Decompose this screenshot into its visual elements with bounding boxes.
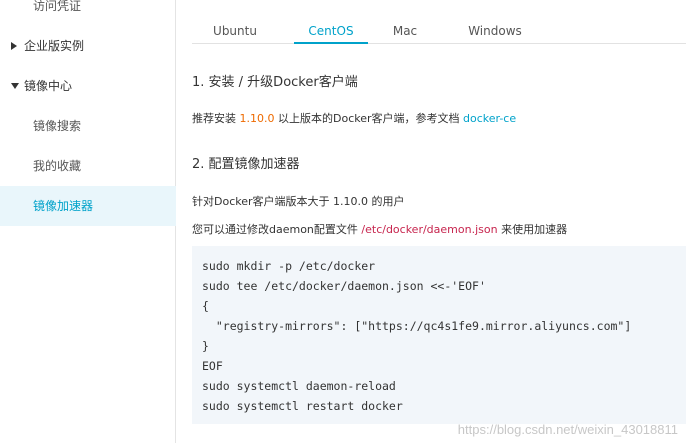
os-tabs: Ubuntu CentOS Mac Windows bbox=[192, 18, 686, 44]
tab-mac[interactable]: Mac bbox=[380, 18, 430, 43]
sidebar-item-label: 企业版实例 bbox=[24, 39, 85, 53]
config-instruction: 您可以通过修改daemon配置文件 /etc/docker/daemon.jso… bbox=[192, 221, 567, 237]
caret-down-icon bbox=[11, 66, 19, 106]
section-title-install: 1. 安装 / 升级Docker客户端 bbox=[192, 75, 358, 90]
version-note: 针对Docker客户端版本大于 1.10.0 的用户 bbox=[192, 195, 405, 208]
caret-right-icon bbox=[11, 26, 19, 66]
install-recommendation: 推荐安装 1.10.0 以上版本的Docker客户端，参考文档 docker-c… bbox=[192, 110, 516, 126]
code-line: EOF bbox=[202, 359, 223, 373]
sidebar-item-access-credentials[interactable]: 访问凭证 bbox=[0, 0, 176, 26]
sidebar-item-image-center[interactable]: 镜像中心 bbox=[0, 66, 176, 106]
tab-centos[interactable]: CentOS bbox=[294, 18, 368, 44]
sidebar-item-enterprise-instance[interactable]: 企业版实例 bbox=[0, 26, 176, 66]
daemon-json-path: /etc/docker/daemon.json bbox=[361, 223, 498, 236]
sidebar-item-image-search[interactable]: 镜像搜索 bbox=[0, 106, 176, 146]
tab-windows[interactable]: Windows bbox=[450, 18, 540, 43]
sidebar-item-label: 镜像搜索 bbox=[33, 119, 82, 133]
config-text-pre: 您可以通过修改daemon配置文件 bbox=[192, 223, 362, 236]
recommend-text-mid: 以上版本的Docker客户端，参考文档 bbox=[274, 112, 464, 125]
docker-ce-link[interactable]: docker-ce bbox=[463, 112, 516, 125]
sidebar-item-label: 镜像中心 bbox=[24, 79, 73, 93]
code-line: sudo systemctl daemon-reload bbox=[202, 379, 396, 393]
sidebar-item-label: 镜像加速器 bbox=[33, 199, 94, 213]
section-title-accelerator: 2. 配置镜像加速器 bbox=[192, 157, 300, 172]
sidebar-item-my-favorites[interactable]: 我的收藏 bbox=[0, 146, 176, 186]
main-content: Ubuntu CentOS Mac Windows 1. 安装 / 升级Dock… bbox=[177, 0, 686, 443]
sidebar-item-label: 我的收藏 bbox=[33, 159, 82, 173]
code-line: } bbox=[202, 339, 209, 353]
sidebar-item-label: 访问凭证 bbox=[33, 0, 82, 13]
tab-ubuntu[interactable]: Ubuntu bbox=[192, 18, 278, 43]
sidebar: 访问凭证 企业版实例 镜像中心 镜像搜索 我的收藏 镜像加速器 bbox=[0, 0, 176, 443]
recommend-text: 推荐安装 bbox=[192, 112, 240, 125]
watermark: https://blog.csdn.net/weixin_43018811 bbox=[457, 422, 678, 437]
config-text-post: 来使用加速器 bbox=[497, 223, 568, 236]
code-line: sudo tee /etc/docker/daemon.json <<-'EOF… bbox=[202, 279, 486, 293]
code-block[interactable]: sudo mkdir -p /etc/docker sudo tee /etc/… bbox=[192, 246, 686, 424]
code-line: sudo systemctl restart docker bbox=[202, 399, 403, 413]
recommended-version: 1.10.0 bbox=[239, 112, 275, 125]
code-line: "registry-mirrors": ["https://qc4s1fe9.m… bbox=[202, 319, 632, 333]
code-line: { bbox=[202, 299, 209, 313]
code-line: sudo mkdir -p /etc/docker bbox=[202, 259, 376, 273]
sidebar-item-image-accelerator[interactable]: 镜像加速器 bbox=[0, 186, 176, 226]
